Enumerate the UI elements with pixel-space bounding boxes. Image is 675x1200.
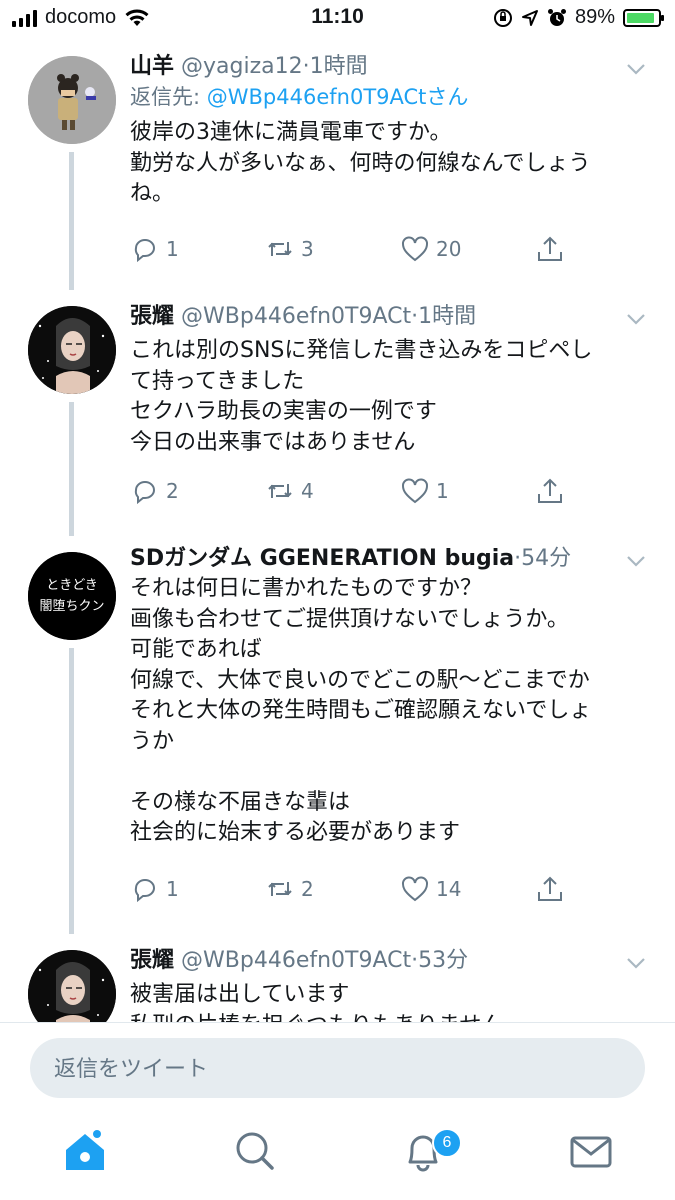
handle[interactable]: @WBp446efn0T9ACt (181, 304, 411, 329)
timestamp: 1時間 (309, 54, 368, 79)
tweet-text: それは何日に書かれたものですか？ 画像も合わせてご提供頂けないでしょうか。 可能… (130, 576, 592, 845)
reply-icon (134, 879, 155, 903)
retweet-count: 2 (301, 877, 314, 901)
avatar[interactable] (28, 56, 116, 144)
handle[interactable]: @yagiza12 (181, 54, 303, 79)
reply-icon (134, 481, 155, 505)
display-name[interactable]: 山羊 (130, 54, 174, 79)
messages-envelope-icon[interactable] (566, 1126, 616, 1176)
location-icon (521, 9, 538, 26)
avatar[interactable]: ときどき 闇堕ちクン (28, 552, 116, 640)
thread-connector (69, 152, 74, 290)
notification-badge: 6 (432, 1128, 462, 1158)
chevron-down-icon[interactable] (625, 550, 647, 572)
reply-count: 1 (166, 877, 179, 901)
heart-icon (402, 236, 428, 262)
retweet-icon (268, 242, 292, 256)
like-count: 1 (436, 479, 449, 503)
alarm-icon (547, 8, 566, 26)
retweet-count: 4 (301, 479, 314, 503)
chevron-down-icon[interactable] (625, 58, 647, 80)
share-icon (538, 876, 562, 901)
timestamp: 1時間 (418, 304, 477, 329)
display-name[interactable]: 張耀 (130, 304, 174, 329)
retweet-button[interactable]: 2 (265, 874, 314, 904)
heart-icon (402, 876, 428, 902)
reply-icon (134, 239, 155, 263)
timestamp: 53分 (418, 948, 469, 973)
battery-percent: 89% (574, 6, 615, 28)
orientation-lock-icon (493, 8, 512, 27)
reply-button[interactable]: 2 (130, 476, 179, 506)
retweet-icon (268, 484, 292, 498)
mention-link[interactable]: @WBp446efn0T9ACtさん (207, 85, 469, 109)
share-button[interactable] (535, 874, 565, 904)
retweet-icon (268, 882, 292, 896)
reply-thread[interactable]: 山羊 @yagiza12·1時間 返信先: @WBp446efn0T9ACtさん… (0, 40, 675, 1022)
reply-composer[interactable] (30, 1038, 645, 1100)
share-button[interactable] (535, 476, 565, 506)
reply-button[interactable]: 1 (130, 874, 179, 904)
reply-button[interactable]: 1 (130, 234, 179, 264)
tweet[interactable]: 山羊 @yagiza12·1時間 返信先: @WBp446efn0T9ACtさん… (0, 40, 675, 290)
tweet-text: これは別のSNSに発信した書き込みをコピペし て持ってきました セクハラ助長の実… (130, 338, 593, 455)
thread-connector (69, 648, 74, 934)
display-name[interactable]: SDガンダム GGENERATION bugia (130, 546, 514, 571)
like-button[interactable]: 20 (400, 234, 461, 264)
reply-label: 返信先: (130, 85, 201, 109)
tweet-text: 彼岸の3連休に満員電車ですか。 勤労な人が多いなぁ、何時の何線なんでしょう ね。 (130, 120, 591, 206)
battery-icon (623, 8, 664, 27)
share-icon (538, 478, 562, 503)
like-button[interactable]: 1 (400, 476, 449, 506)
chevron-down-icon[interactable] (625, 952, 647, 974)
avatar-text-line-1: ときどき (46, 578, 98, 593)
retweet-button[interactable]: 4 (265, 476, 314, 506)
reply-input[interactable] (52, 1038, 616, 1100)
avatar-text-line-2: 闇堕ちクン (39, 598, 104, 614)
reply-to-line: 返信先: @WBp446efn0T9ACtさん (130, 82, 650, 112)
avatar[interactable] (28, 306, 116, 394)
tweet-text: 被害届は出しています 私刑の片棒を担ぐつもりもありません (130, 982, 503, 1022)
chevron-down-icon[interactable] (625, 308, 647, 330)
search-icon[interactable] (230, 1126, 280, 1176)
like-count: 14 (436, 877, 462, 901)
like-count: 20 (436, 237, 462, 261)
status-bar: docomo 11:10 89% (0, 0, 675, 36)
heart-icon (402, 478, 428, 504)
like-button[interactable]: 14 (400, 874, 461, 904)
timestamp: 54分 (521, 546, 572, 571)
handle[interactable]: @WBp446efn0T9ACt (181, 948, 411, 973)
tweet[interactable]: 張耀 @WBp446efn0T9ACt·53分 被害届は出しています 私刑の片棒… (0, 934, 675, 1022)
display-name[interactable]: 張耀 (130, 948, 174, 973)
divider (0, 1022, 675, 1023)
thread-connector (69, 402, 74, 536)
home-icon[interactable] (60, 1126, 110, 1176)
tweet[interactable]: ときどき 闇堕ちクン SDガンダム GGENERATION bugia·54分 … (0, 536, 675, 934)
new-content-dot (93, 1130, 101, 1138)
tweet[interactable]: 張耀 @WBp446efn0T9ACt·1時間 これは別のSNSに発信した書き込… (0, 290, 675, 536)
reply-count: 1 (166, 237, 179, 261)
share-icon (538, 236, 562, 261)
bottom-tab-bar (0, 1110, 675, 1200)
retweet-count: 3 (301, 237, 314, 261)
share-button[interactable] (535, 234, 565, 264)
retweet-button[interactable]: 3 (265, 234, 314, 264)
reply-count: 2 (166, 479, 179, 503)
avatar[interactable] (28, 950, 116, 1022)
